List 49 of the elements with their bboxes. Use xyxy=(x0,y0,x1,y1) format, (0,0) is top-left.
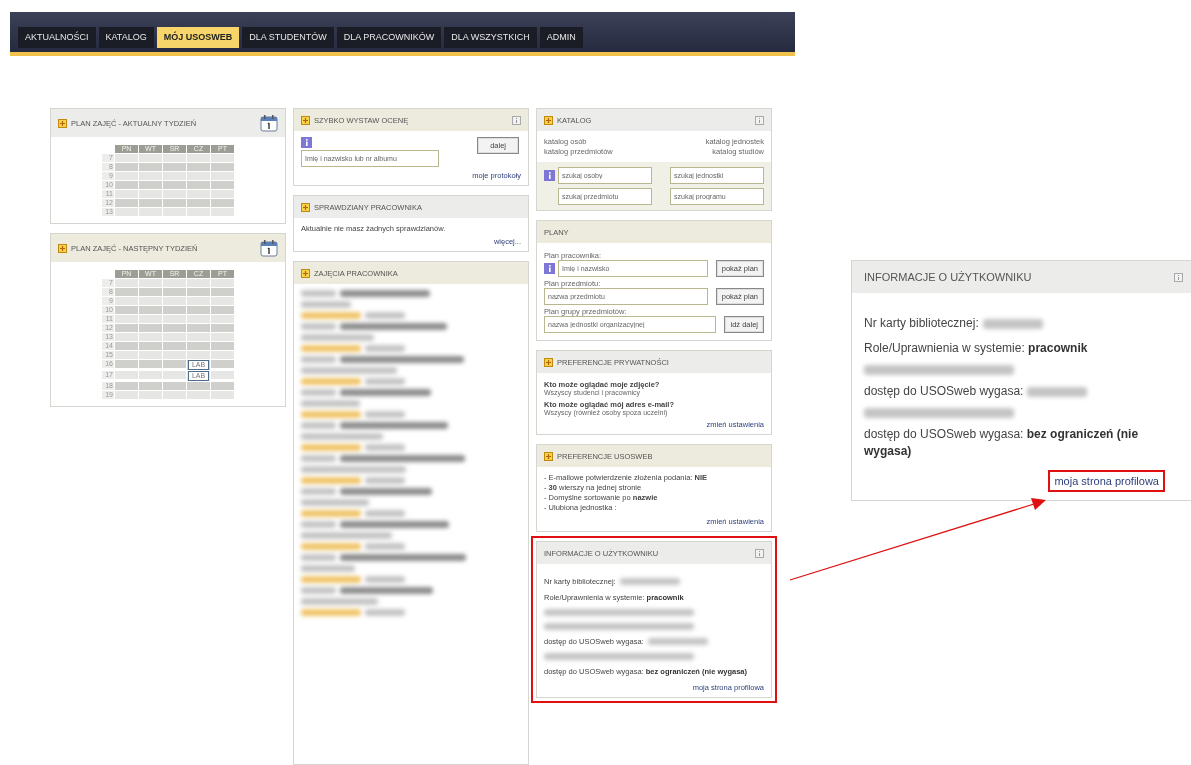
blurred-text xyxy=(301,389,336,396)
blurred-text xyxy=(301,488,336,495)
blurred-text xyxy=(365,312,405,319)
blurred-text xyxy=(301,422,336,429)
blurred-text xyxy=(301,521,336,528)
blurred-text xyxy=(301,576,361,583)
blurred-text xyxy=(301,312,361,319)
blurred-text xyxy=(301,301,351,308)
nav-tab[interactable]: AKTUALNOŚCI xyxy=(18,27,96,48)
nav-tab[interactable]: MÓJ USOSWEB xyxy=(156,27,240,48)
nav-tab[interactable]: DLA STUDENTÓW xyxy=(242,27,334,48)
nav-tab[interactable]: ADMIN xyxy=(539,27,583,48)
blurred-text xyxy=(301,444,361,451)
blurred-text xyxy=(365,378,405,385)
blurred-text xyxy=(301,411,361,418)
blurred-text xyxy=(301,477,361,484)
blurred-text xyxy=(301,499,369,506)
blurred-text xyxy=(365,444,405,451)
blurred-text xyxy=(365,510,405,517)
link[interactable]: moja strona profilowa xyxy=(1048,470,1165,492)
nav-tab[interactable]: DLA PRACOWNIKÓW xyxy=(336,27,442,48)
panel-title: INFORMACJE O UŻYTKOWNIKU xyxy=(864,271,1032,283)
blurred-text xyxy=(301,510,361,517)
blurred-text xyxy=(365,345,405,352)
blurred-text xyxy=(365,576,405,583)
blurred-text xyxy=(301,378,361,385)
calendar-icon xyxy=(260,239,278,257)
blurred-text xyxy=(301,400,360,407)
info-text: Role/Uprawnienia w systemie: pracownik xyxy=(864,340,1088,357)
calendar-icon xyxy=(260,114,278,132)
blurred-text xyxy=(365,609,405,616)
blurred-text xyxy=(301,356,336,363)
blurred-text xyxy=(301,543,361,550)
info-text: dostęp do USOSweb wygasa: bez ograniczeń (nie wygasa) xyxy=(864,426,1140,460)
info-text: Nr karty bibliotecznej: xyxy=(864,315,979,332)
blurred-text xyxy=(301,455,336,462)
blurred-text xyxy=(301,565,355,572)
blurred-text xyxy=(301,290,336,297)
blurred-text xyxy=(365,543,405,550)
blurred-text xyxy=(301,609,361,616)
blurred-text xyxy=(301,554,336,561)
info-text: dostęp do USOSweb wygasa: xyxy=(864,383,1024,400)
nav-tab[interactable]: DLA WSZYSTKICH xyxy=(444,27,537,48)
blurred-text xyxy=(301,587,336,594)
blurred-text xyxy=(365,411,405,418)
blurred-text xyxy=(301,323,336,330)
blurred-text xyxy=(301,345,361,352)
blurred-text xyxy=(365,477,405,484)
nav-tab[interactable]: KATALOG xyxy=(98,27,154,48)
